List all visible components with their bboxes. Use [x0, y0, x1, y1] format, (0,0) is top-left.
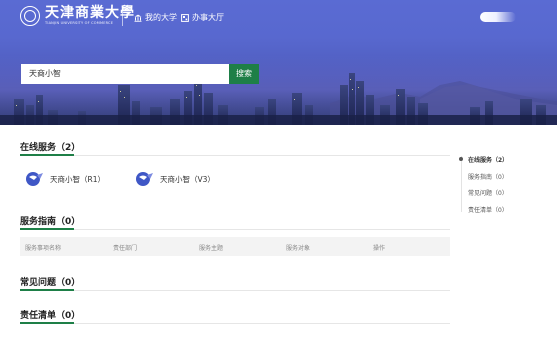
- column-header: 服务事项名称: [25, 245, 62, 252]
- nav-service-hall-label: 办事大厅: [192, 13, 224, 22]
- section-title-service-guide: 服务指南（0）: [20, 217, 81, 227]
- section-divider: [20, 155, 450, 156]
- section-accent-bar: [20, 289, 74, 291]
- search-button[interactable]: 搜索: [229, 64, 259, 84]
- section-divider: [20, 290, 450, 291]
- building-icon: [134, 14, 142, 22]
- nav-service-hall[interactable]: 办事大厅: [181, 12, 224, 23]
- section-title-responsibility: 责任清单（0）: [20, 311, 81, 321]
- service-card-v3[interactable]: 天商小智（V3）: [135, 171, 215, 187]
- side-nav-track: [461, 156, 462, 212]
- user-avatar[interactable]: [480, 12, 516, 22]
- section-accent-bar: [20, 154, 74, 156]
- service-card-r1[interactable]: 天商小智（R1）: [25, 171, 105, 187]
- nav-my-university[interactable]: 我的大学: [134, 12, 177, 23]
- section-title-online-services: 在线服务（2）: [20, 143, 81, 153]
- service-logo-icon: [136, 172, 153, 186]
- side-nav-item-online-services[interactable]: 在线服务（2）: [468, 155, 508, 164]
- service-card-name: 天商小智（V3）: [160, 174, 215, 184]
- search-input[interactable]: [21, 64, 229, 84]
- section-divider: [20, 323, 450, 324]
- section-divider: [20, 229, 450, 230]
- seal-icon: [20, 6, 40, 26]
- section-accent-bar: [20, 322, 74, 324]
- side-nav-active-dot: [459, 157, 463, 161]
- column-header: 操作: [373, 245, 386, 252]
- column-header: 服务主题: [199, 245, 224, 252]
- table-header: 服务事项名称 责任部门 服务主题 服务对象 操作: [20, 237, 450, 256]
- service-logo-icon: [26, 172, 43, 186]
- service-card-name: 天商小智（R1）: [50, 174, 105, 184]
- column-header: 服务对象: [286, 245, 311, 252]
- section-title-faq: 常见问题（0）: [20, 278, 81, 288]
- side-nav-item-faq[interactable]: 常见问题（0）: [468, 188, 508, 197]
- side-nav-item-responsibility[interactable]: 责任清单（0）: [468, 205, 508, 214]
- header-divider: [122, 9, 123, 26]
- university-logo[interactable]: 天津商業大學 TIANJIN UNIVERSITY OF COMMERCE: [20, 6, 135, 26]
- hall-icon: [181, 13, 189, 22]
- side-nav-item-service-guide[interactable]: 服务指南（0）: [468, 172, 508, 181]
- section-accent-bar: [20, 228, 74, 230]
- nav-my-university-label: 我的大学: [145, 13, 177, 22]
- column-header: 责任部门: [113, 245, 138, 252]
